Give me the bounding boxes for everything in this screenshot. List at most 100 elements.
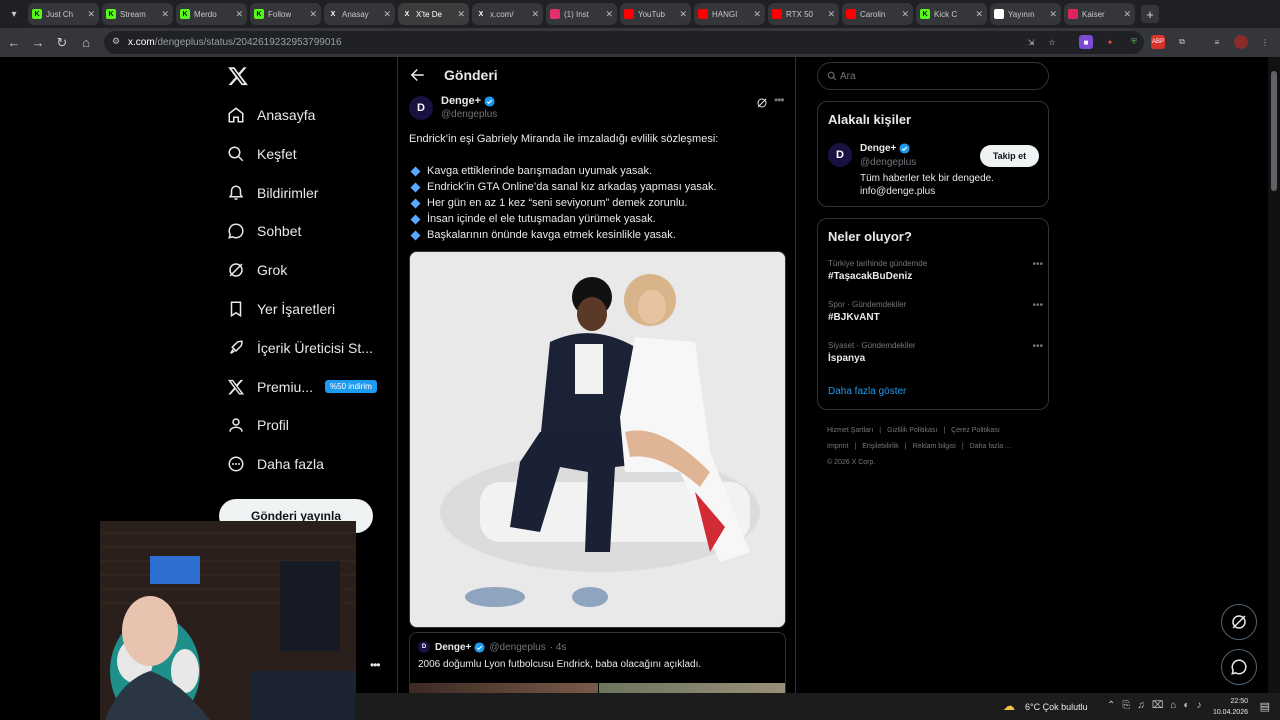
browser-tab[interactable]: HANGI ✕ [694,3,765,25]
nav-item-3[interactable]: Sohbet [227,213,301,249]
related-person-handle[interactable]: @dengeplus [860,157,916,168]
trend-item[interactable]: Türkiye tarihinde gündemde #TaşacakBuDeni… [828,259,1043,282]
author-avatar[interactable]: D [409,96,433,120]
tab-search-icon[interactable]: ▾ [3,3,25,25]
youtube-icon [772,9,782,19]
bookmark-star-icon[interactable]: ☆ [1045,35,1059,49]
browser-tab[interactable]: Carolin ✕ [842,3,913,25]
close-tab-icon[interactable]: ✕ [753,9,761,20]
close-tab-icon[interactable]: ✕ [161,9,169,20]
close-tab-icon[interactable]: ✕ [457,9,465,20]
close-tab-icon[interactable]: ✕ [531,9,539,20]
forward-nav-icon[interactable]: → [26,31,50,55]
browser-tab[interactable]: YouTub ✕ [620,3,691,25]
close-tab-icon[interactable]: ✕ [235,9,243,20]
browser-tab[interactable]: X X'te De ✕ [398,3,469,25]
new-tab-button[interactable]: + [1141,5,1159,23]
extension-icon[interactable]: ✦ [1103,35,1117,49]
x-logo-icon[interactable] [227,65,249,87]
related-person-name[interactable]: Denge+ [860,143,910,154]
trend-more-icon[interactable]: ••• [1032,341,1043,352]
close-tab-icon[interactable]: ✕ [383,9,391,20]
browser-tab[interactable]: X Anasay ✕ [324,3,395,25]
trend-item[interactable]: Siyaset · Gündemdekiler İspanya ••• [828,341,1043,364]
clock[interactable]: 22:50 10.04.2026 [1213,696,1248,718]
close-tab-icon[interactable]: ✕ [605,9,613,20]
browser-tab[interactable]: K Just Ch ✕ [28,3,99,25]
browser-tab[interactable]: Yayının ✕ [990,3,1061,25]
search-input[interactable]: Ara [817,62,1049,90]
site-info-icon[interactable]: ⚙ [112,36,124,48]
notification-icon[interactable]: ▤ [1260,700,1270,713]
browser-tab[interactable]: Kaiser ✕ [1064,3,1135,25]
browser-menu-icon[interactable]: ⋮ [1258,35,1272,49]
browser-tab[interactable]: RTX 50 ✕ [768,3,839,25]
trend-more-icon[interactable]: ••• [1032,300,1043,311]
address-bar[interactable]: ⚙ x.com/dengeplus/status/204261923295379… [104,31,1144,54]
grok-floating-button[interactable] [1221,604,1257,640]
footer-link[interactable]: Reklam bilgisi [913,443,956,450]
close-tab-icon[interactable]: ✕ [1123,9,1131,20]
nav-item-0[interactable]: Anasayfa [227,97,315,133]
close-tab-icon[interactable]: ✕ [309,9,317,20]
page-scrollbar[interactable] [1268,57,1280,693]
show-more-link[interactable]: Daha fazla göster [828,386,906,397]
scrollbar-thumb[interactable] [1271,71,1277,191]
browser-tab[interactable]: (1) Inst ✕ [546,3,617,25]
close-tab-icon[interactable]: ✕ [901,9,909,20]
related-person-email[interactable]: info@denge.plus [860,186,935,197]
tab-title: Just Ch [46,9,74,19]
grok-icon[interactable] [756,97,768,109]
footer-link[interactable]: Daha fazla ... [970,443,1011,450]
tray-icons[interactable]: ⌃⎘♫⌧⌂◐♪ [1107,700,1208,711]
browser-tab[interactable]: K Kick C ✕ [916,3,987,25]
author-name[interactable]: Denge+ [441,95,495,107]
footer-link[interactable]: Hizmet Şartları [827,427,873,434]
back-nav-icon[interactable]: ← [2,31,26,55]
follow-button[interactable]: Takip et [980,145,1039,167]
trend-more-icon[interactable]: ••• [1032,259,1043,270]
messages-floating-button[interactable] [1221,649,1257,685]
back-arrow-icon[interactable] [408,66,426,84]
install-icon[interactable]: ⇲ [1024,35,1038,49]
close-tab-icon[interactable]: ✕ [87,9,95,20]
extensions-puzzle-icon[interactable]: ⧉ [1175,35,1189,49]
weather-text[interactable]: 6°C Çok bulutlu [1025,702,1088,712]
author-handle[interactable]: @dengeplus [441,109,497,120]
nav-item-8[interactable]: Profil [227,407,289,443]
weather-icon[interactable]: ☁ [1003,699,1015,713]
footer-link[interactable]: Gizlilik Politikası [887,427,937,434]
profile-avatar[interactable] [1234,35,1248,49]
nav-item-2[interactable]: Bildirimler [227,175,318,211]
nav-item-4[interactable]: Grok [227,252,287,288]
home-nav-icon[interactable]: ⌂ [74,31,98,55]
nav-item-1[interactable]: Keşfet [227,136,297,172]
footer-link[interactable]: Erişilebilirlik [862,443,899,450]
kick-icon: K [180,9,190,19]
nav-item-5[interactable]: Yer İşaretleri [227,291,335,327]
more-options-icon[interactable]: ••• [774,93,785,107]
nav-item-9[interactable]: Daha fazla [227,446,324,482]
tweet-photo[interactable] [409,251,786,628]
close-tab-icon[interactable]: ✕ [1049,9,1057,20]
close-tab-icon[interactable]: ✕ [827,9,835,20]
close-tab-icon[interactable]: ✕ [679,9,687,20]
extension-icon[interactable]: ■ [1079,35,1093,49]
browser-tab[interactable]: K Merdo ✕ [176,3,247,25]
tweet-bullet-text: Endrick’in GTA Online’da sanal kız arkad… [427,181,717,193]
footer-link[interactable]: Çerez Politikası [951,427,1000,434]
trend-item[interactable]: Spor · Gündemdekiler #BJKvANT ••• [828,300,1043,323]
nav-item-6[interactable]: İçerik Üreticisi St... [227,330,373,366]
media-controls-icon[interactable]: ≡ [1210,35,1224,49]
nav-item-7[interactable]: Premiu... %50 indirim [227,369,377,405]
close-tab-icon[interactable]: ✕ [975,9,983,20]
adblock-icon[interactable]: ABP [1151,35,1165,49]
footer-link[interactable]: Imprint [827,443,848,450]
reload-icon[interactable]: ↻ [50,31,74,55]
shield-icon[interactable]: ⛨ [1127,35,1141,49]
related-person-avatar[interactable]: D [828,143,852,167]
browser-tab[interactable]: K Follow ✕ [250,3,321,25]
browser-tab[interactable]: K Stream ✕ [102,3,173,25]
browser-tab[interactable]: Xx.com/ ✕ [472,3,543,25]
more-options-icon[interactable]: ••• [370,658,381,672]
